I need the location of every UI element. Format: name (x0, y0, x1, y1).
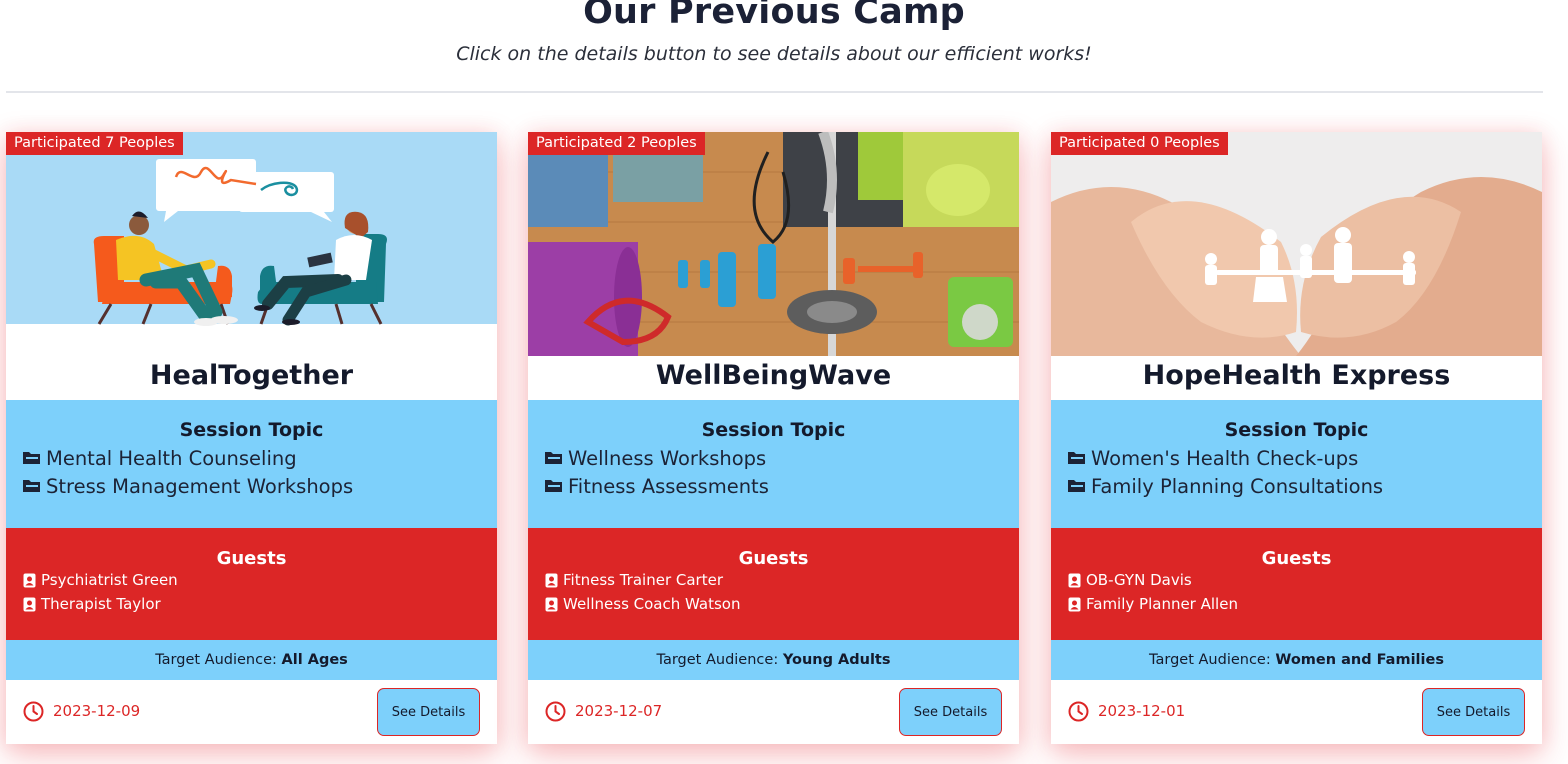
page-title: Our Previous Camp (583, 0, 965, 32)
participants-badge: Participated 7 Peoples (6, 132, 183, 155)
folder-open-icon (1068, 479, 1085, 492)
guest-item: Wellness Coach Watson (545, 595, 740, 613)
see-details-button[interactable]: See Details (899, 688, 1002, 736)
topic-item: Wellness Workshops (545, 447, 766, 470)
topic-item: Fitness Assessments (545, 475, 769, 498)
topic-item: Women's Health Check-ups (1068, 447, 1358, 470)
guest-name: OB-GYN Davis (1086, 571, 1192, 589)
session-topic-heading: Session Topic (179, 419, 324, 441)
clock-icon (23, 701, 44, 722)
hands-family-image (1051, 132, 1542, 356)
folder-open-icon (545, 451, 562, 464)
guests-section: Guests OB-GYN Davis Family Planner Allen (1051, 528, 1542, 640)
guests-heading: Guests (738, 548, 809, 569)
guests-section: Guests Fitness Trainer Carter Wellness C… (528, 528, 1019, 640)
target-audience: Target Audience: Young Adults (528, 640, 1019, 680)
camp-cards: Participated 7 Peoples HealTogether Sess… (0, 132, 1568, 744)
guest-name: Family Planner Allen (1086, 595, 1238, 613)
session-topic-heading: Session Topic (701, 419, 846, 441)
guests-section: Guests Psychiatrist Green Therapist Tayl… (6, 528, 497, 640)
target-audience-value: Women and Families (1275, 652, 1444, 668)
card-footer: 2023-12-01 See Details (1051, 680, 1542, 744)
folder-open-icon (1068, 451, 1085, 464)
person-badge-icon (23, 573, 36, 587)
person-badge-icon (1068, 597, 1081, 611)
camp-image (6, 132, 497, 356)
person-badge-icon (545, 597, 558, 611)
person-badge-icon (545, 573, 558, 587)
topic-label: Family Planning Consultations (1091, 475, 1384, 498)
divider (6, 91, 1543, 93)
camp-name: HealTogether (149, 360, 354, 391)
guest-item: OB-GYN Davis (1068, 571, 1192, 589)
session-topics: Session Topic Women's Health Check-ups F… (1051, 400, 1542, 528)
camp-image (528, 132, 1019, 356)
guests-heading: Guests (1261, 548, 1332, 569)
target-audience-value: Young Adults (782, 652, 891, 668)
camp-date: 2023-12-09 (53, 702, 141, 720)
topic-item: Mental Health Counseling (23, 447, 297, 470)
therapy-illustration (6, 132, 497, 356)
guest-item: Fitness Trainer Carter (545, 571, 723, 589)
target-audience-label: Target Audience: (656, 652, 779, 668)
session-topics: Session Topic Wellness Workshops Fitness… (528, 400, 1019, 528)
person-badge-icon (1068, 573, 1081, 587)
folder-open-icon (23, 479, 40, 492)
folder-open-icon (545, 479, 562, 492)
topic-item: Stress Management Workshops (23, 475, 353, 498)
see-details-button[interactable]: See Details (1422, 688, 1525, 736)
person-badge-icon (23, 597, 36, 611)
participants-badge: Participated 2 Peoples (528, 132, 705, 155)
camp-name: HopeHealth Express (1142, 360, 1451, 391)
clock-icon (545, 701, 566, 722)
guest-item: Psychiatrist Green (23, 571, 178, 589)
camp-image (1051, 132, 1542, 356)
camp-card: Participated 0 Peoples HopeHealth Expres… (1051, 132, 1542, 744)
guest-item: Family Planner Allen (1068, 595, 1238, 613)
folder-open-icon (23, 451, 40, 464)
guest-name: Therapist Taylor (41, 595, 161, 613)
topic-label: Women's Health Check-ups (1091, 447, 1359, 470)
card-footer: 2023-12-09 See Details (6, 680, 497, 744)
clock-icon (1068, 701, 1089, 722)
guest-name: Psychiatrist Green (41, 571, 178, 589)
camp-date: 2023-12-01 (1098, 702, 1186, 720)
camp-card: Participated 7 Peoples HealTogether Sess… (6, 132, 497, 744)
session-topic-heading: Session Topic (1224, 419, 1369, 441)
guest-name: Fitness Trainer Carter (563, 571, 723, 589)
target-audience-label: Target Audience: (155, 652, 277, 668)
target-audience-value: All Ages (281, 652, 348, 668)
page-subtitle: Click on the details button to see detai… (456, 43, 1092, 65)
topic-label: Mental Health Counseling (46, 447, 297, 470)
guests-heading: Guests (216, 548, 287, 569)
see-details-button[interactable]: See Details (377, 688, 480, 736)
camp-card: Participated 2 Peoples WellBeingWave Ses… (528, 132, 1019, 744)
guest-name: Wellness Coach Watson (563, 595, 741, 613)
topic-item: Family Planning Consultations (1068, 475, 1383, 498)
target-audience: Target Audience: Women and Families (1051, 640, 1542, 680)
fitness-equipment-image (528, 132, 1019, 356)
topic-label: Stress Management Workshops (46, 475, 354, 498)
session-topics: Session Topic Mental Health Counseling S… (6, 400, 497, 528)
target-audience-label: Target Audience: (1149, 652, 1271, 668)
participants-badge: Participated 0 Peoples (1051, 132, 1228, 155)
topic-label: Fitness Assessments (568, 475, 769, 498)
guest-item: Therapist Taylor (23, 595, 161, 613)
camp-date: 2023-12-07 (575, 702, 663, 720)
camp-name: WellBeingWave (655, 360, 892, 391)
target-audience: Target Audience: All Ages (6, 640, 497, 680)
topic-label: Wellness Workshops (568, 447, 767, 470)
card-footer: 2023-12-07 See Details (528, 680, 1019, 744)
